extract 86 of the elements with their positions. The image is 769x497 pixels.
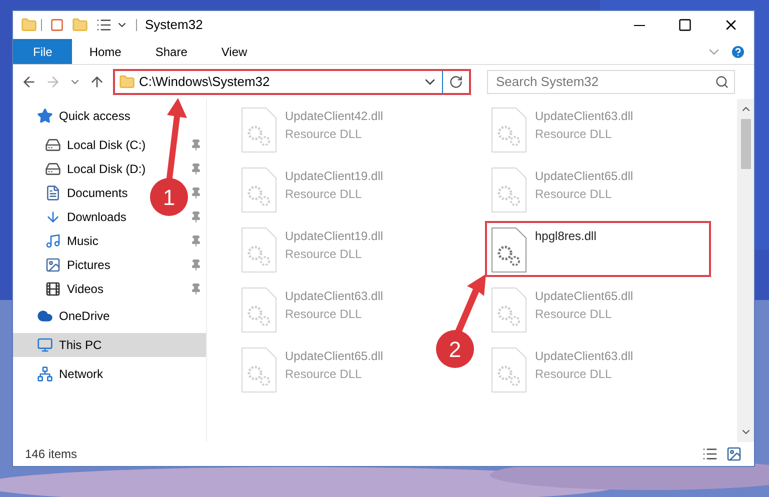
sidebar-item[interactable]: Downloads [45,206,126,228]
scroll-thumb[interactable] [740,119,750,169]
sidebar-item[interactable]: Videos [45,278,104,300]
file-type: Resource DLL [535,366,613,383]
up-icon[interactable] [89,74,105,90]
pin-icon[interactable] [190,283,202,295]
file-type: Resource DLL [535,126,613,143]
search-field[interactable]: Search System32 [487,70,735,94]
dll-file-icon [241,167,277,213]
document-icon [45,185,61,201]
forward-icon[interactable] [45,74,61,90]
music-icon [45,233,61,249]
properties-icon[interactable] [96,17,112,33]
pin-icon[interactable] [190,259,202,271]
folder-icon [119,74,135,90]
file-name: UpdateClient63.dll [535,348,634,365]
sidebar-item[interactable]: Pictures [45,254,110,276]
dll-file-icon [241,227,277,273]
file-type: Resource DLL [285,246,363,263]
file-type: Resource DLL [535,306,613,323]
folder-icon[interactable] [21,17,37,33]
cloud-icon [37,308,53,324]
dll-file-icon [241,107,277,153]
sidebar-item[interactable]: This PC [37,334,102,356]
sidebar-item[interactable]: Local Disk (D:) [45,158,146,180]
drive-icon [45,161,61,177]
checkbox-icon[interactable] [50,18,64,32]
file-name: UpdateClient65.dll [285,348,384,365]
file-name: UpdateClient19.dll [285,228,384,245]
file-name: UpdateClient63.dll [285,288,384,305]
pin-icon[interactable] [190,211,202,223]
star-icon [37,108,53,124]
pin-icon[interactable] [190,163,202,175]
file-item[interactable]: hpgl8res.dll [485,221,711,277]
file-name: UpdateClient65.dll [535,168,634,185]
pin-icon[interactable] [190,235,202,247]
file-name: UpdateClient63.dll [535,108,634,125]
folder-icon[interactable] [72,17,88,33]
help-icon[interactable] [730,44,746,60]
back-icon[interactable] [21,74,37,90]
dll-file-icon [491,107,527,153]
file-type: Resource DLL [285,126,363,143]
pin-icon[interactable] [190,139,202,151]
scrollbar[interactable] [737,99,754,442]
ribbon-tab[interactable]: Home [72,39,138,64]
file-type: Resource DLL [285,186,363,203]
search-icon [715,74,729,89]
monitor-icon [37,337,53,353]
file-name: hpgl8res.dll [535,228,596,245]
ribbon-tab[interactable]: File [13,39,72,64]
file-type: Resource DLL [535,186,613,203]
sidebar-item[interactable]: Music [45,230,98,252]
callout-arrow [455,274,487,334]
file-type: Resource DLL [285,306,363,323]
image-icon [45,257,61,273]
refresh-icon[interactable] [449,75,463,89]
item-count: 146 items [25,446,78,463]
file-type: Resource DLL [285,366,363,383]
pin-icon[interactable] [190,187,202,199]
dll-file-icon [491,167,527,213]
sidebar-item[interactable]: Local Disk (C:) [45,134,146,156]
dll-file-icon [491,227,527,273]
details-view-icon[interactable] [702,446,718,462]
file-name: UpdateClient42.dll [285,108,384,125]
sidebar-item[interactable]: Network [37,363,104,385]
sidebar-item[interactable]: OneDrive [37,305,110,327]
dll-file-icon [241,347,277,393]
ribbon-tab[interactable]: View [204,39,264,64]
window-title: System32 [145,16,203,34]
sidebar-item[interactable]: Documents [45,182,128,204]
dll-file-icon [241,287,277,333]
large-icons-view-icon[interactable] [726,446,742,462]
film-icon [45,281,61,297]
address-path: C:\Windows\System32 [139,73,271,92]
dll-file-icon [491,347,527,393]
sidebar-item[interactable]: Quick access [37,105,130,127]
minimize-icon [634,24,644,26]
drive-icon [45,137,61,153]
ribbon-tab[interactable]: Share [138,39,204,64]
dll-file-icon [491,287,527,333]
file-name: UpdateClient19.dll [285,168,384,185]
network-icon [37,366,53,382]
download-icon [45,209,61,225]
file-name: UpdateClient65.dll [535,288,634,305]
maximize-icon [678,18,692,32]
address-bar[interactable]: C:\Windows\System32 [113,69,471,95]
